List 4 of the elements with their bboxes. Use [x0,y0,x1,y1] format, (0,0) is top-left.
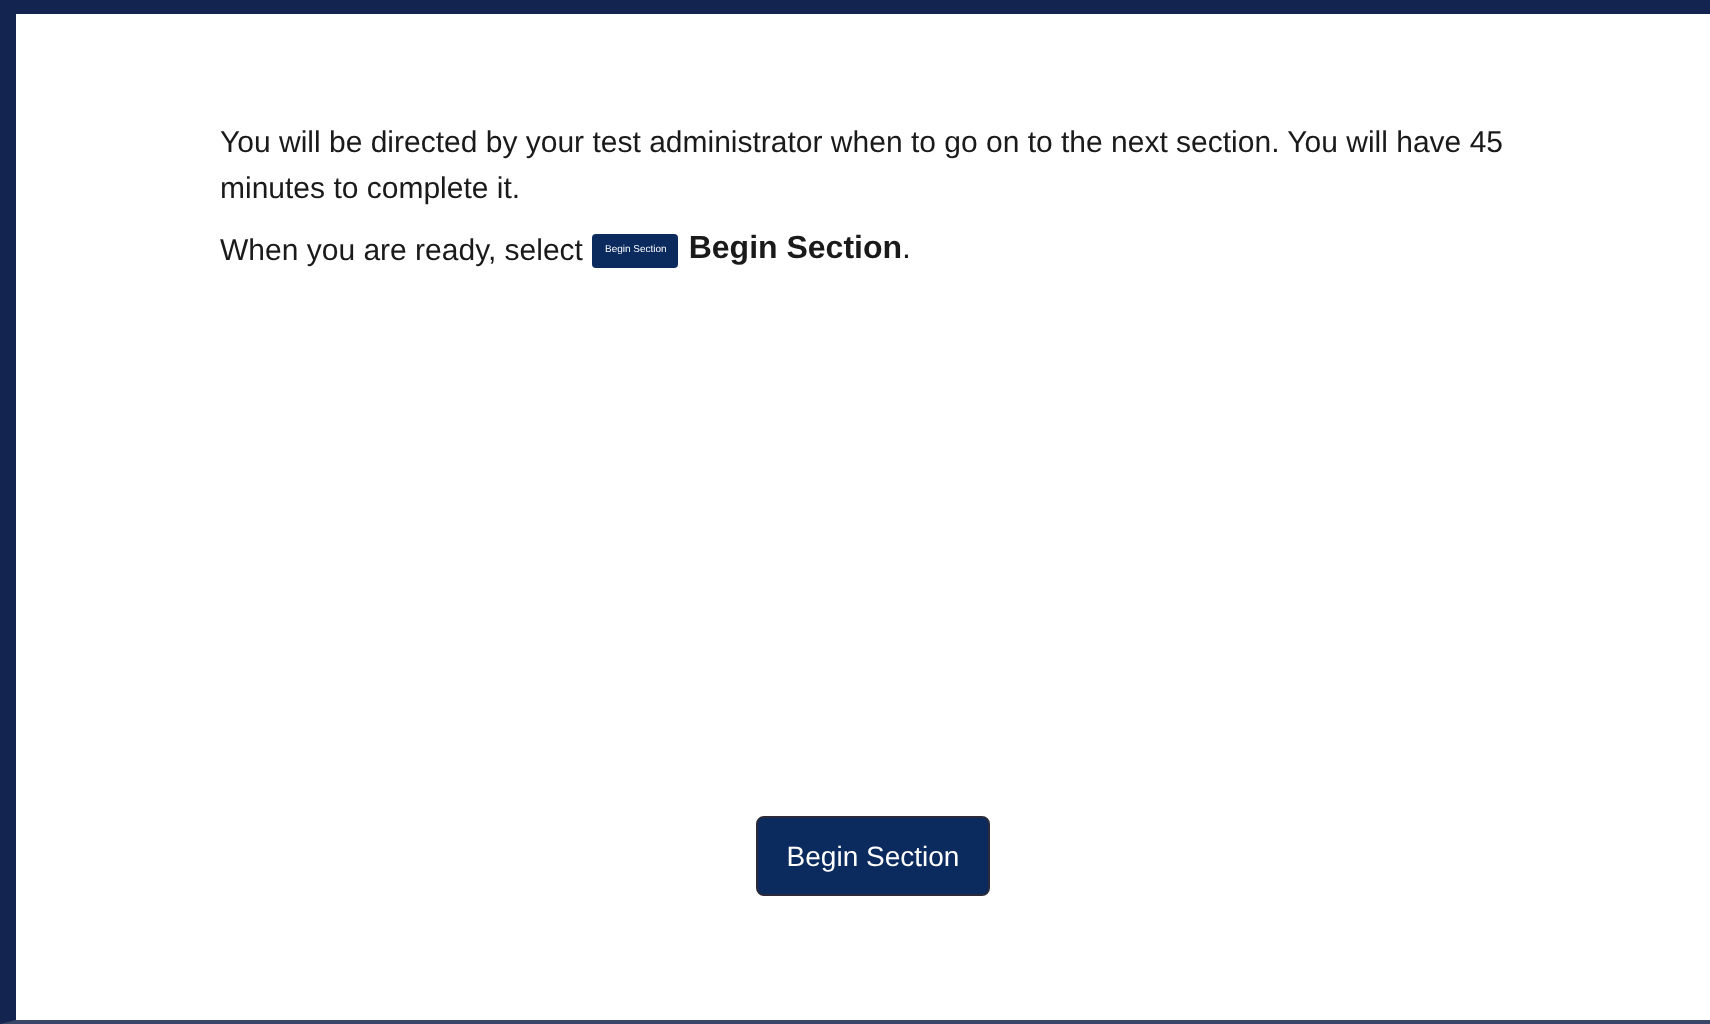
instruction-text: You will be directed by your test administrator when to go on to the next section. You will have 45 minutes to complete it. [220,124,1505,210]
button-name-text: Begin Section. [688,232,911,268]
begin-section-button[interactable]: Begin Section [756,816,990,896]
ready-prompt-text: When you are ready, select [220,233,583,267]
